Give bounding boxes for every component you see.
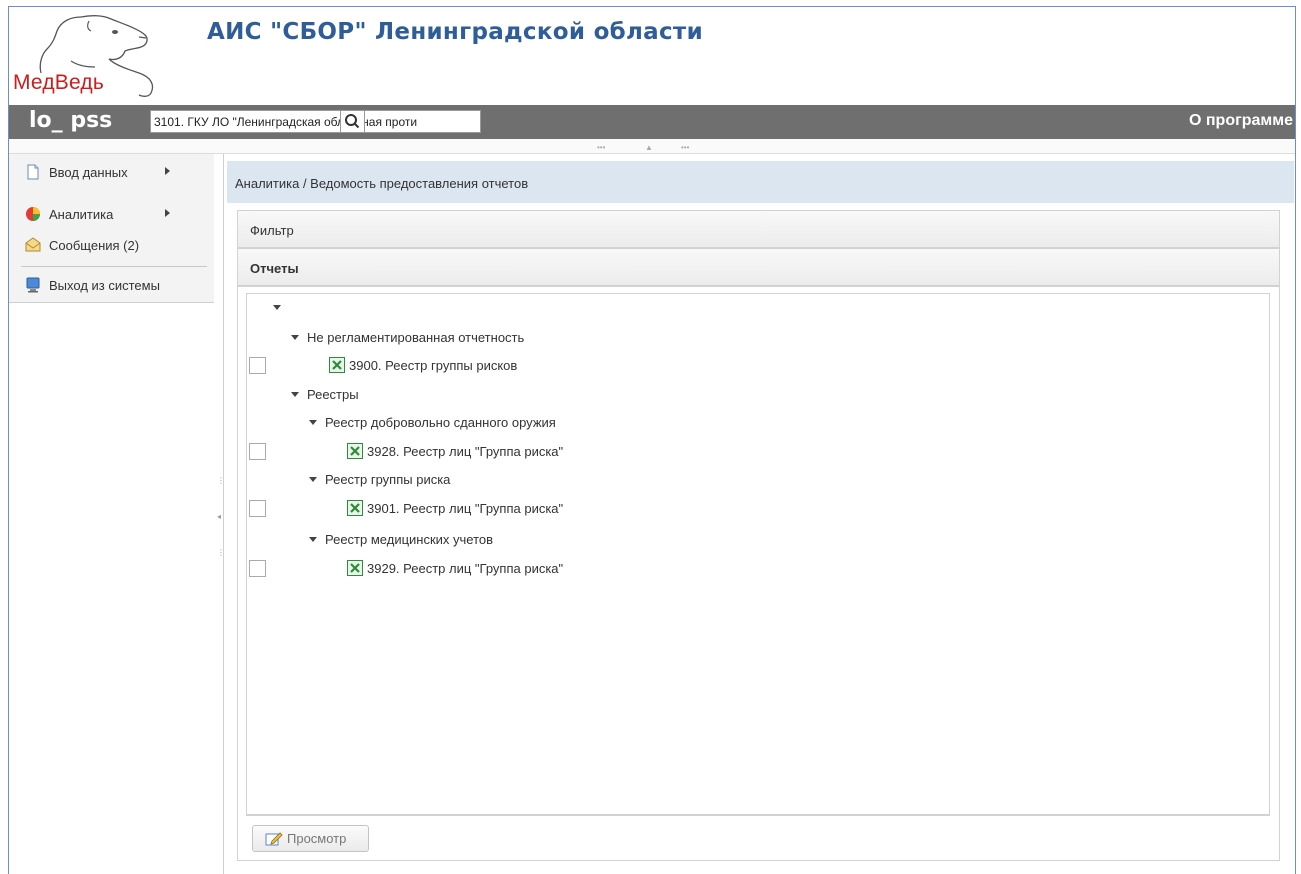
report-checkbox[interactable]	[249, 443, 266, 460]
tree-report-node[interactable]: 3900. Реестр группы рисков	[329, 354, 517, 376]
tree-group-node[interactable]: Реестр медицинских учетов	[309, 528, 493, 550]
app-title: АИС "СБОР" Ленинградской области	[207, 19, 703, 45]
tree-node-label: 3900. Реестр группы рисков	[349, 357, 518, 373]
submenu-arrow-icon	[165, 209, 170, 217]
expand-triangle-icon[interactable]	[309, 536, 317, 542]
reports-section-label: Отчеты	[250, 261, 299, 276]
expand-triangle-icon[interactable]	[291, 391, 299, 397]
organization-search-input[interactable]	[154, 113, 452, 130]
tree-group-node[interactable]: Реестр добровольно сданного оружия	[309, 411, 556, 433]
submenu-arrow-icon	[165, 167, 170, 175]
sidebar-item-label: Аналитика	[49, 206, 114, 222]
collapse-left-icon[interactable]: ◂	[217, 512, 221, 521]
about-link[interactable]: О программе	[1189, 112, 1293, 130]
reports-section-header[interactable]: Отчеты	[237, 248, 1280, 286]
sidebar-item-label: Выход из системы	[49, 277, 160, 293]
pie-chart-icon	[26, 207, 40, 221]
filter-section-label: Фильтр	[250, 223, 294, 238]
username: lo_ pss	[29, 108, 113, 133]
excel-file-icon	[347, 500, 363, 516]
tree-group-node[interactable]: Реестры	[291, 383, 359, 405]
main-content: Аналитика / Ведомость предоставления отч…	[223, 154, 1295, 874]
tree-node-label: 3929. Реестр лиц "Группа риска"	[367, 560, 564, 576]
tree-node-label: Реестр медицинских учетов	[325, 531, 494, 547]
excel-file-icon	[347, 443, 363, 459]
excel-file-icon	[347, 560, 363, 576]
sidebar-item-label: Ввод данных	[49, 164, 128, 180]
view-button-label: Просмотр	[287, 831, 347, 846]
tree-node-label: Реестры	[307, 386, 359, 402]
tree-node-label: Реестр добровольно сданного оружия	[325, 414, 556, 430]
sidebar-item-data-input[interactable]: Ввод данных	[25, 162, 170, 182]
reports-panel: Не регламентированная отчетность 3900. Р…	[237, 286, 1280, 861]
sidebar-item-analytics[interactable]: Аналитика	[25, 204, 170, 224]
tree-report-node[interactable]: 3928. Реестр лиц "Группа риска"	[347, 440, 563, 462]
search-icon	[345, 114, 360, 129]
organization-search-field[interactable]	[150, 110, 481, 133]
filter-section-header[interactable]: Фильтр	[237, 210, 1280, 248]
monitor-icon	[26, 277, 40, 293]
envelope-icon	[25, 237, 41, 252]
view-button[interactable]: Просмотр	[252, 825, 369, 852]
report-checkbox[interactable]	[249, 357, 266, 374]
logo: МедВедь	[11, 11, 161, 101]
expand-triangle-icon[interactable]	[309, 476, 317, 482]
header-collapse-strip[interactable]: ••• ▲ •••	[9, 139, 1295, 154]
breadcrumb: Аналитика / Ведомость предоставления отч…	[227, 161, 1294, 203]
sidebar-item-label: Сообщения (2)	[49, 237, 140, 253]
top-toolbar: lo_ pss О программе	[9, 105, 1295, 139]
tree-root-node[interactable]	[273, 296, 289, 318]
document-icon	[27, 164, 39, 180]
tree-group-node[interactable]: Реестр группы риска	[309, 468, 450, 490]
reports-tree: Не регламентированная отчетность 3900. Р…	[246, 293, 1270, 815]
expand-triangle-icon[interactable]	[273, 304, 281, 310]
tree-group-node[interactable]: Не регламентированная отчетность	[291, 326, 524, 348]
sidebar-menu: Ввод данных Аналитика Сообщения (2) Выхо…	[9, 154, 215, 303]
expand-triangle-icon[interactable]	[309, 419, 317, 425]
excel-file-icon	[329, 357, 345, 373]
tree-node-label: Не регламентированная отчетность	[307, 329, 525, 345]
tree-node-label: 3928. Реестр лиц "Группа риска"	[367, 443, 564, 459]
report-checkbox[interactable]	[249, 500, 266, 517]
report-checkbox[interactable]	[249, 560, 266, 577]
search-button[interactable]	[340, 110, 365, 133]
collapse-up-icon[interactable]: ▲	[645, 143, 653, 152]
reports-footer: Просмотр	[246, 815, 1270, 856]
sidebar-item-logout[interactable]: Выход из системы	[25, 275, 160, 295]
tree-report-node[interactable]: 3929. Реестр лиц "Группа риска"	[347, 557, 563, 579]
expand-triangle-icon[interactable]	[291, 334, 299, 340]
tree-node-label: Реестр группы риска	[325, 471, 451, 487]
sidebar-divider	[21, 266, 207, 267]
header: МедВедь АИС "СБОР" Ленинградской области	[9, 7, 1295, 105]
tree-report-node[interactable]: 3901. Реестр лиц "Группа риска"	[347, 497, 563, 519]
app-window: МедВедь АИС "СБОР" Ленинградской области…	[8, 6, 1296, 874]
sidebar-item-messages[interactable]: Сообщения (2)	[25, 235, 139, 255]
breadcrumb-text: Аналитика / Ведомость предоставления отч…	[235, 176, 529, 191]
logo-text: МедВедь	[13, 71, 105, 94]
grip-left-icon: •••	[597, 143, 606, 152]
grip-right-icon: •••	[681, 143, 690, 152]
edit-icon	[265, 831, 283, 845]
tree-node-label: 3901. Реестр лиц "Группа риска"	[367, 500, 564, 516]
